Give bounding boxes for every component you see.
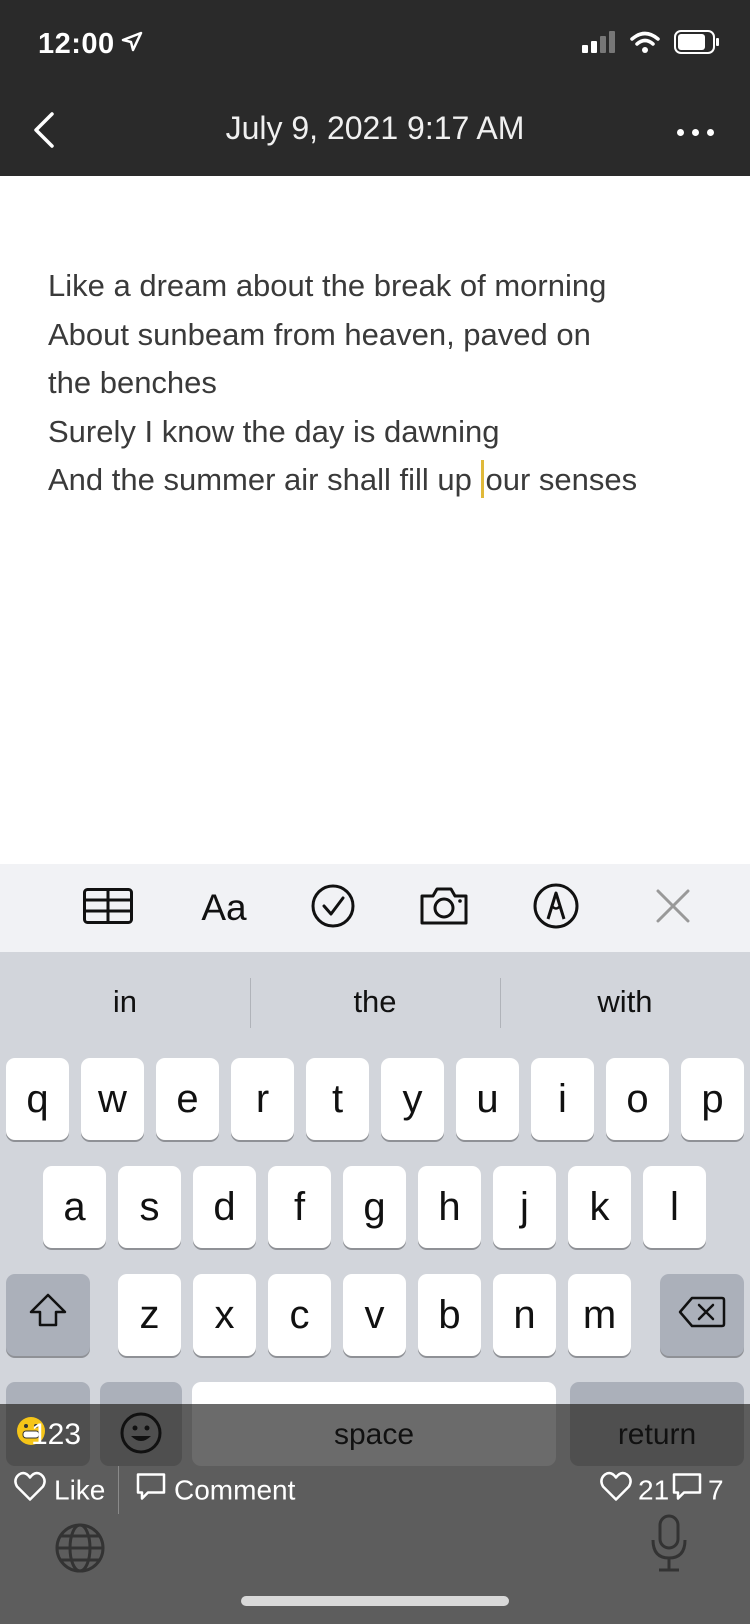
cellular-signal-icon — [582, 31, 616, 58]
key-p[interactable]: p — [681, 1058, 744, 1140]
key-y[interactable]: y — [381, 1058, 444, 1140]
close-toolbar-button[interactable] — [638, 864, 708, 952]
format-toolbar: Aa — [0, 864, 750, 952]
page-title: July 9, 2021 9:17 AM — [225, 110, 525, 146]
suggestion-item[interactable]: in — [0, 952, 250, 1052]
key-e[interactable]: e — [156, 1058, 219, 1140]
space-key[interactable] — [192, 1382, 556, 1404]
checklist-button[interactable] — [298, 864, 368, 952]
note-line: Like a dream about the break of morning — [48, 268, 607, 303]
key-k[interactable]: k — [568, 1166, 631, 1248]
suggestion-item[interactable]: the — [250, 952, 500, 1052]
key-i[interactable]: i — [531, 1058, 594, 1140]
camera-button[interactable] — [409, 864, 479, 952]
home-indicator[interactable] — [241, 1596, 509, 1606]
delete-key[interactable] — [660, 1274, 744, 1356]
keyboard: in the with q w e r t y u i o p a s d f … — [0, 952, 750, 1404]
heart-icon — [14, 1471, 46, 1509]
predictive-suggestions: in the with — [0, 952, 750, 1052]
comment-count-value: 7 — [708, 1474, 724, 1505]
comment-button[interactable]: Comment — [136, 1473, 295, 1508]
suggestion-item[interactable]: with — [500, 952, 750, 1052]
key-s[interactable]: s — [118, 1166, 181, 1248]
wifi-icon — [630, 31, 660, 58]
like-count-value: 21 — [638, 1474, 670, 1505]
location-arrow-icon — [121, 28, 143, 61]
status-time-label: 12:00 — [38, 28, 115, 60]
key-t[interactable]: t — [306, 1058, 369, 1140]
status-time: 12:00 — [38, 28, 143, 61]
globe-icon[interactable] — [54, 1522, 106, 1579]
key-b[interactable]: b — [418, 1274, 481, 1356]
checklist-icon — [311, 884, 355, 933]
pen-markup-icon — [533, 883, 579, 934]
shift-icon — [28, 1292, 68, 1338]
comment-icon — [136, 1473, 166, 1508]
like-count[interactable]: 21 — [600, 1471, 670, 1509]
note-line: Surely I know the day is dawning — [48, 413, 500, 449]
status-icons — [582, 30, 720, 59]
key-m[interactable]: m — [568, 1274, 631, 1356]
key-r[interactable]: r — [231, 1058, 294, 1140]
key-c[interactable]: c — [268, 1274, 331, 1356]
comment-label: Comment — [174, 1474, 296, 1505]
key-z[interactable]: z — [118, 1274, 181, 1356]
backspace-icon — [678, 1293, 726, 1338]
note-line: About sunbeam from heaven, paved on — [48, 316, 591, 352]
key-j[interactable]: j — [493, 1166, 556, 1248]
emoji-key[interactable] — [100, 1382, 182, 1404]
comment-count[interactable]: 7 — [672, 1473, 724, 1508]
battery-icon — [674, 30, 720, 59]
key-x[interactable]: x — [193, 1274, 256, 1356]
heart-icon — [600, 1471, 632, 1509]
comment-icon — [672, 1473, 702, 1508]
markup-button[interactable] — [521, 864, 591, 952]
camera-icon — [418, 886, 470, 931]
like-label: Like — [54, 1474, 106, 1505]
return-key[interactable] — [570, 1382, 744, 1404]
social-action-bar: Like Comment 21 7 — [0, 1404, 750, 1530]
numbers-key[interactable] — [6, 1382, 90, 1404]
key-h[interactable]: h — [418, 1166, 481, 1248]
close-icon — [655, 888, 691, 929]
note-line-text-before-cursor: And the summer air shall fill up — [48, 462, 481, 497]
key-f[interactable]: f — [268, 1166, 331, 1248]
more-button[interactable] — [670, 116, 720, 148]
key-a[interactable]: a — [43, 1166, 106, 1248]
key-w[interactable]: w — [81, 1058, 144, 1140]
key-o[interactable]: o — [606, 1058, 669, 1140]
key-d[interactable]: d — [193, 1166, 256, 1248]
top-bar: 12:00 July 9, 2021 9:17 AM — [0, 0, 750, 176]
key-g[interactable]: g — [343, 1166, 406, 1248]
note-line-text-after-cursor: our senses — [485, 462, 638, 497]
key-u[interactable]: u — [456, 1058, 519, 1140]
table-button[interactable] — [73, 864, 143, 952]
key-v[interactable]: v — [343, 1274, 406, 1356]
like-button[interactable]: Like — [14, 1471, 106, 1509]
key-l[interactable]: l — [643, 1166, 706, 1248]
divider — [118, 1466, 119, 1514]
text-format-button[interactable]: Aa — [189, 864, 259, 952]
note-line: the benches — [48, 365, 217, 400]
key-n[interactable]: n — [493, 1274, 556, 1356]
key-q[interactable]: q — [6, 1058, 69, 1140]
note-text[interactable]: Like a dream about the break of morning … — [48, 262, 728, 505]
table-icon — [83, 887, 133, 929]
shift-key[interactable] — [6, 1274, 90, 1356]
note-line: And the summer air shall fill up our sen… — [48, 456, 728, 505]
